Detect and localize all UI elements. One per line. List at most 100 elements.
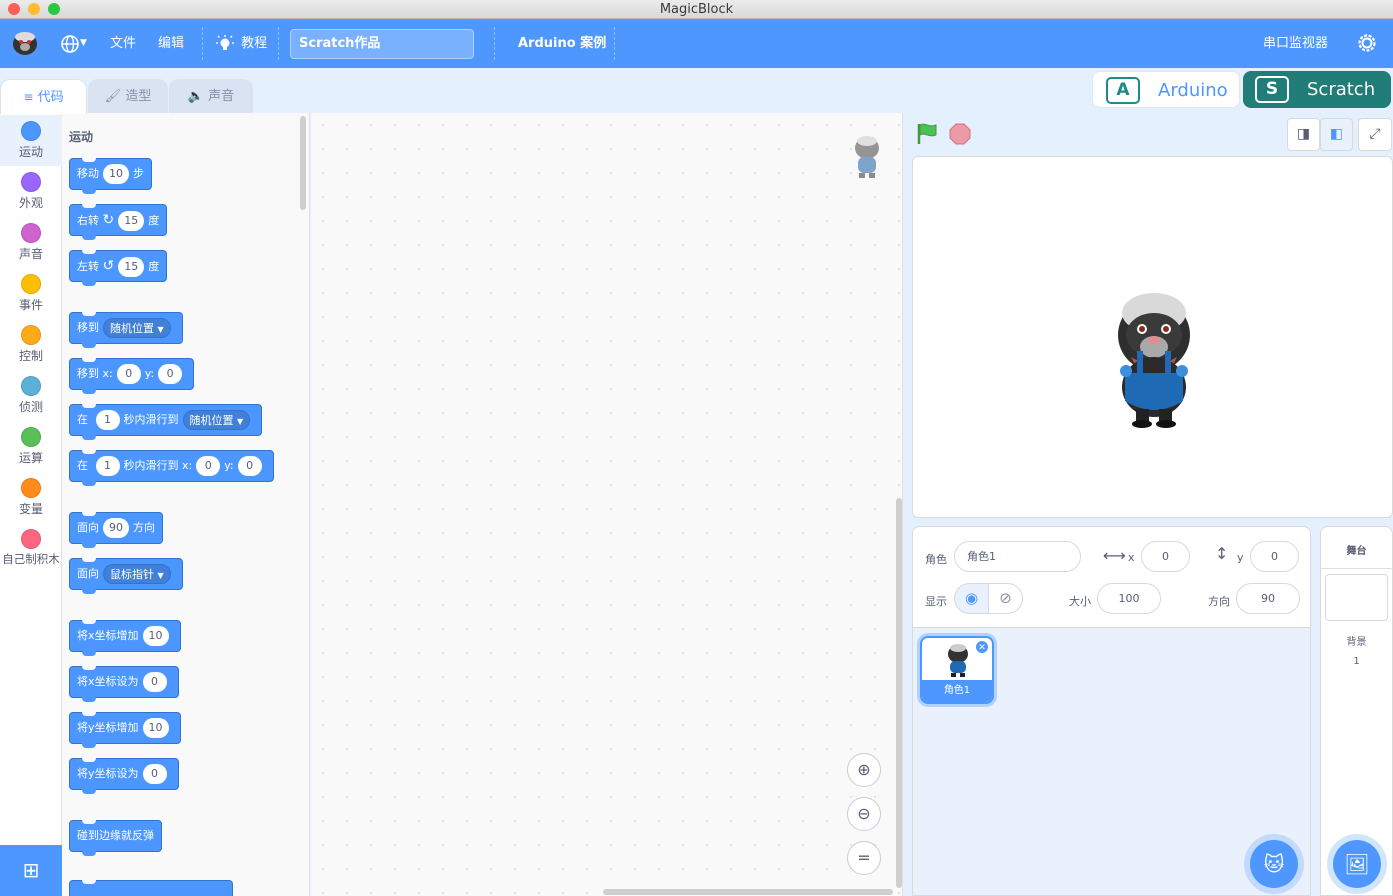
- tutorial-menu[interactable]: 教程: [216, 19, 267, 68]
- category-looks[interactable]: 外观: [0, 166, 62, 217]
- category-control[interactable]: 控制: [0, 319, 62, 370]
- block-text: 秒内滑行到 x:: [123, 459, 193, 472]
- hide-sprite-button[interactable]: ⊘: [988, 583, 1023, 614]
- block-input[interactable]: 0: [158, 364, 183, 384]
- lightbulb-icon: [216, 34, 234, 50]
- category-variables[interactable]: 变量: [0, 472, 62, 523]
- block-input[interactable]: 90: [103, 518, 129, 538]
- settings-button[interactable]: [1355, 31, 1379, 55]
- glide-dropdown[interactable]: 随机位置 ▼: [182, 410, 251, 430]
- bounce-block[interactable]: 碰到边缘就反弹: [69, 820, 162, 856]
- category-motion[interactable]: 运动: [0, 115, 62, 166]
- block-input[interactable]: 10: [103, 164, 129, 184]
- workspace-scrollbar-vertical[interactable]: [896, 498, 902, 888]
- direction-input[interactable]: 90: [1236, 583, 1300, 614]
- size-input[interactable]: 100: [1097, 583, 1161, 614]
- goto-dropdown[interactable]: 随机位置 ▼: [103, 318, 171, 338]
- set-y-block[interactable]: 将y坐标设为 0: [69, 758, 179, 794]
- small-stage-button[interactable]: ◨: [1287, 118, 1320, 151]
- block-input[interactable]: 0: [142, 672, 167, 692]
- move-steps-block[interactable]: 移动 10 步: [69, 158, 152, 194]
- serial-monitor-button[interactable]: 串口监视器: [1263, 19, 1328, 68]
- block-input[interactable]: 1: [95, 410, 120, 430]
- arduino-mode-button[interactable]: A Arduino: [1092, 71, 1240, 108]
- set-x-block[interactable]: 将x坐标设为 0: [69, 666, 179, 702]
- glide-xy-block[interactable]: 在 1 秒内滑行到 x: 0 y: 0: [69, 450, 274, 486]
- arduino-examples-menu[interactable]: Arduino 案例: [518, 19, 606, 68]
- block-text: 度: [148, 260, 160, 273]
- change-y-block[interactable]: 将y坐标增加 10: [69, 712, 181, 748]
- block-input[interactable]: 1: [95, 456, 120, 476]
- zoom-out-button[interactable]: ⊖: [847, 797, 881, 831]
- block-text: 移到 x:: [77, 367, 113, 380]
- palette-scrollbar[interactable]: [300, 116, 306, 210]
- large-stage-button[interactable]: ◧: [1320, 118, 1353, 151]
- project-title-input[interactable]: Scratch作品: [290, 29, 474, 59]
- block-text: 移到: [77, 321, 99, 334]
- zoom-out-icon: ⊖: [857, 804, 871, 823]
- globe-icon: [61, 34, 79, 53]
- change-x-block[interactable]: 将x坐标增加 10: [69, 620, 181, 656]
- stop-button[interactable]: [949, 123, 971, 145]
- block-input[interactable]: 0: [237, 456, 262, 476]
- block-input[interactable]: 10: [142, 626, 169, 646]
- app-logo[interactable]: [11, 29, 39, 57]
- delete-sprite-button[interactable]: ✕: [975, 640, 989, 654]
- turn-left-block[interactable]: 左转 ↺ 15 度: [69, 250, 168, 286]
- glide-block[interactable]: 在 1 秒内滑行到 随机位置 ▼: [69, 404, 263, 440]
- tab-costumes[interactable]: 🖌 造型: [88, 79, 168, 113]
- block-input[interactable]: 0: [196, 456, 221, 476]
- sprite-name-input[interactable]: 角色1: [954, 541, 1081, 572]
- tab-code[interactable]: ≡ 代码: [0, 79, 87, 114]
- workspace-scrollbar-horizontal[interactable]: [603, 889, 893, 895]
- add-sprite-button[interactable]: 🐱: [1250, 840, 1298, 888]
- category-my-blocks[interactable]: 自己制积木: [0, 523, 62, 574]
- category-sound[interactable]: 声音: [0, 217, 62, 268]
- zoom-window-button[interactable]: [48, 3, 60, 15]
- x-input[interactable]: 0: [1141, 541, 1190, 572]
- language-menu[interactable]: ▼: [60, 19, 87, 68]
- dropdown-arrow-icon: ▼: [157, 571, 164, 580]
- turn-right-block[interactable]: 右转 ↻ 15 度: [69, 204, 168, 240]
- block-text: 秒内滑行到: [123, 413, 179, 426]
- category-sensing[interactable]: 侦测: [0, 370, 62, 421]
- sprite-on-stage[interactable]: [1109, 291, 1199, 429]
- edit-menu[interactable]: 编辑: [158, 19, 184, 68]
- add-backdrop-button[interactable]: 🖼: [1333, 840, 1381, 888]
- rotation-style-block[interactable]: [69, 880, 233, 896]
- goto-block[interactable]: 移到 随机位置 ▼: [69, 312, 183, 348]
- chevron-down-icon: ▼: [80, 38, 87, 48]
- tab-sounds[interactable]: 🔈 声音: [169, 79, 253, 113]
- close-window-button[interactable]: [8, 3, 20, 15]
- stage-canvas[interactable]: [912, 156, 1393, 518]
- file-menu[interactable]: 文件: [110, 19, 136, 68]
- block-text: 方向: [133, 521, 155, 534]
- scratch-mode-button[interactable]: S Scratch: [1243, 71, 1391, 108]
- category-label: 自己制积木: [2, 552, 60, 566]
- zoom-reset-button[interactable]: =: [847, 841, 881, 875]
- y-input[interactable]: 0: [1250, 541, 1299, 572]
- add-extension-button[interactable]: ⊞: [0, 845, 62, 896]
- block-input[interactable]: 10: [142, 718, 169, 738]
- y-label: y: [1237, 551, 1244, 564]
- block-input[interactable]: 15: [118, 211, 145, 231]
- block-input[interactable]: 0: [142, 764, 167, 784]
- goto-xy-block[interactable]: 移到 x: 0 y: 0: [69, 358, 195, 394]
- minimize-window-button[interactable]: [28, 3, 40, 15]
- show-sprite-button[interactable]: ◉: [954, 583, 989, 614]
- direction-label: 方向: [1208, 595, 1230, 608]
- point-towards-block[interactable]: 面向 鼠标指针 ▼: [69, 558, 183, 594]
- block-input[interactable]: 15: [118, 257, 145, 277]
- zoom-in-button[interactable]: ⊕: [847, 753, 881, 787]
- backdrop-thumbnail[interactable]: [1325, 574, 1388, 621]
- point-direction-block[interactable]: 面向 90 方向: [69, 512, 163, 548]
- block-text: 将y坐标增加: [77, 721, 139, 734]
- script-workspace[interactable]: [311, 113, 903, 896]
- green-flag-button[interactable]: [916, 123, 940, 145]
- point-towards-dropdown[interactable]: 鼠标指针 ▼: [103, 564, 171, 584]
- category-operators[interactable]: 运算: [0, 421, 62, 472]
- block-text: 将y坐标设为: [77, 767, 139, 780]
- block-input[interactable]: 0: [116, 364, 141, 384]
- category-events[interactable]: 事件: [0, 268, 62, 319]
- fullscreen-button[interactable]: ⤢: [1358, 118, 1392, 151]
